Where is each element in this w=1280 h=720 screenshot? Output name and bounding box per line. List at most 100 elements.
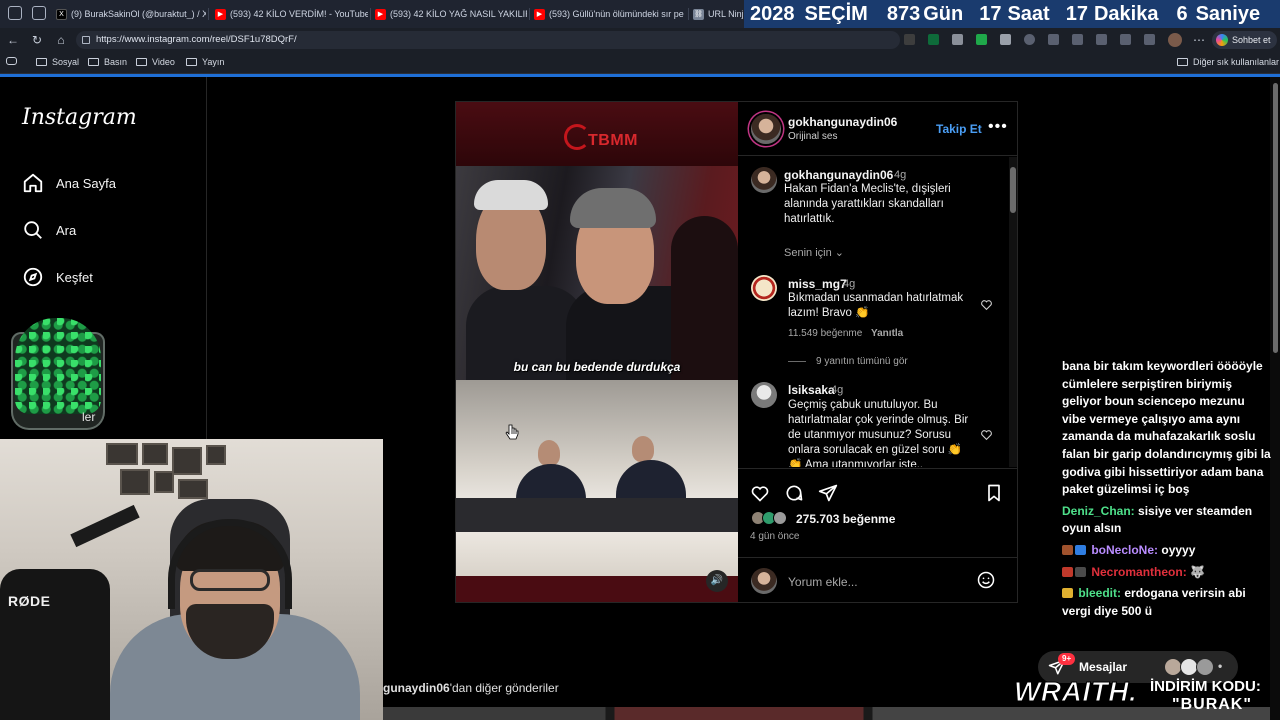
reply-button[interactable]: Yanıtla bbox=[871, 328, 903, 339]
user-avatar[interactable] bbox=[1168, 33, 1182, 47]
reel-video[interactable]: TBMM bu can bu bedende durdukça 🔊 bbox=[456, 102, 738, 602]
compass-icon bbox=[23, 267, 43, 287]
comment-username[interactable]: miss_mg7 bbox=[788, 277, 847, 291]
nav-item-search[interactable]: Ara bbox=[22, 219, 76, 241]
copilot-icon bbox=[1216, 34, 1228, 46]
streamer-webcam: RØDE bbox=[0, 439, 383, 720]
url-input[interactable]: https://www.instagram.com/reel/DSF1u78DQ… bbox=[76, 31, 900, 49]
extension-icon[interactable] bbox=[1000, 34, 1011, 45]
more-menu-icon[interactable]: ⋯ bbox=[1192, 33, 1206, 47]
tab-youtube-3[interactable]: ▶ (593) Güllü'nün ölümündeki sır pe bbox=[534, 4, 686, 24]
extension-icon[interactable] bbox=[1024, 34, 1035, 45]
comment-input[interactable]: Yorum ekle... bbox=[788, 575, 858, 589]
extension-icon[interactable] bbox=[952, 34, 963, 45]
comment-likes[interactable]: 11.549 beğenme bbox=[788, 328, 862, 339]
chat-message: bana bir takım keywordleri ööööyle cümle… bbox=[1062, 359, 1271, 497]
bookmark-sosyal[interactable]: Sosyal bbox=[36, 57, 79, 67]
more-icon: • bbox=[1218, 659, 1223, 673]
tab-url-ninja[interactable]: ⛓ URL Ninja bbox=[693, 4, 743, 24]
tab-youtube-2[interactable]: ▶ (593) 42 KİLO YAĞ NASIL YAKILIR bbox=[375, 4, 527, 24]
tab-x[interactable]: X (9) BurakSakinOl (@buraktut_) / X bbox=[56, 4, 206, 24]
audio-label[interactable]: Orijinal ses bbox=[788, 131, 837, 142]
reading-view-icon[interactable] bbox=[6, 57, 22, 65]
instagram-logo[interactable]: Instagram bbox=[22, 105, 137, 130]
tab-youtube-1[interactable]: ▶ (593) 42 KİLO VERDİM! - YouTube bbox=[215, 4, 368, 24]
video-brand: TBMM bbox=[588, 132, 638, 149]
likes-count[interactable]: 275.703 beğenme bbox=[796, 512, 895, 526]
like-icon[interactable] bbox=[750, 483, 770, 503]
chat-badge-icon bbox=[1075, 566, 1086, 577]
emoji-icon[interactable] bbox=[976, 570, 996, 590]
share-icon[interactable] bbox=[818, 483, 838, 503]
tbmm-logo-icon bbox=[564, 124, 590, 150]
other-bookmarks[interactable]: Diğer sık kullanılanlar bbox=[1177, 57, 1279, 67]
comment-age: 4g bbox=[843, 278, 856, 290]
x-icon: X bbox=[56, 8, 67, 20]
more-options-icon[interactable]: ••• bbox=[988, 118, 1008, 136]
extension-icon[interactable] bbox=[904, 34, 915, 45]
countdown-hours: 17 bbox=[979, 2, 1002, 25]
comment-age: 4g bbox=[831, 384, 844, 396]
comment-text: Bıkmadan usanmadan hatırlatmak lazım! Br… bbox=[788, 292, 964, 319]
chat-message: boNecloNe: oyyyy bbox=[1062, 542, 1272, 560]
copilot-button[interactable]: Sohbet et bbox=[1212, 31, 1277, 49]
comment-icon[interactable] bbox=[784, 483, 804, 503]
folder-icon bbox=[186, 58, 197, 66]
link-icon: ⛓ bbox=[693, 8, 704, 20]
heart-icon[interactable] bbox=[980, 298, 993, 311]
countdown-minutes: 17 bbox=[1065, 2, 1088, 25]
youtube-icon: ▶ bbox=[375, 8, 386, 20]
video-frame-bottom bbox=[456, 380, 738, 576]
nav-item-explore[interactable]: Keşfet bbox=[22, 266, 93, 288]
microphone bbox=[0, 569, 110, 720]
downloads-icon[interactable] bbox=[1144, 34, 1155, 45]
caption-avatar[interactable] bbox=[751, 167, 777, 193]
heart-icon[interactable] bbox=[980, 428, 993, 441]
chat-badge-icon bbox=[1075, 544, 1086, 555]
bookmark-yayin[interactable]: Yayın bbox=[186, 57, 224, 67]
youtube-icon: ▶ bbox=[534, 8, 545, 20]
profile-icon[interactable] bbox=[8, 6, 22, 20]
author-avatar[interactable] bbox=[751, 114, 781, 144]
message-avatar bbox=[1196, 658, 1214, 676]
bookmarks-bar: Sosyal Basın Video Yayın Diğer sık kulla… bbox=[0, 52, 1280, 74]
extension-icon[interactable] bbox=[928, 34, 939, 45]
save-icon[interactable] bbox=[984, 483, 1004, 503]
my-avatar bbox=[751, 568, 777, 594]
commenter-avatar[interactable] bbox=[751, 382, 777, 408]
chevron-down-icon: ⌄ bbox=[834, 247, 844, 259]
view-replies-link[interactable]: 9 yanıtın tümünü gör bbox=[816, 356, 908, 367]
chat-message: Deniz_Chan: sisiye ver steamden oyun als… bbox=[1062, 503, 1253, 536]
split-screen-icon[interactable] bbox=[1048, 34, 1059, 45]
collections-icon[interactable] bbox=[1120, 34, 1131, 45]
chat-badge-icon bbox=[1062, 544, 1073, 555]
home-icon[interactable]: ⌂ bbox=[54, 33, 68, 47]
reload-icon[interactable]: ↻ bbox=[30, 33, 44, 47]
tab-actions-icon[interactable] bbox=[32, 6, 46, 20]
nav-item-home[interactable]: Ana Sayfa bbox=[22, 172, 116, 194]
countdown-days: 873 bbox=[886, 2, 921, 25]
post-time: 4 gün önce bbox=[750, 531, 800, 542]
discount-code: "BURAK" bbox=[1172, 696, 1252, 713]
bookmark-video[interactable]: Video bbox=[136, 57, 175, 67]
countdown-label: SEÇİM bbox=[804, 2, 868, 25]
discount-label: İNDİRİM KODU: bbox=[1150, 678, 1261, 695]
comment-username[interactable]: lsiksaka bbox=[788, 383, 835, 397]
caption-username[interactable]: gokhangunaydin06 bbox=[784, 168, 893, 182]
for-you-dropdown[interactable]: Senin için ⌄ bbox=[784, 246, 844, 259]
commenter-avatar[interactable] bbox=[751, 275, 777, 301]
mute-icon[interactable]: 🔊 bbox=[706, 570, 728, 592]
favorites-icon[interactable] bbox=[1096, 34, 1107, 45]
chat-badge-icon bbox=[1062, 588, 1073, 599]
stream-chat: bana bir takım keywordleri ööööyle cümle… bbox=[1062, 358, 1272, 620]
more-posts-heading[interactable]: gunaydin06'dan diğer gönderiler bbox=[383, 681, 559, 695]
partial-nav-label: ler bbox=[82, 410, 96, 424]
election-countdown: 2028 SEÇİM 873 Gün 17 Saat 17 Dakika 6 S… bbox=[744, 0, 1280, 28]
settings-icon[interactable] bbox=[1072, 34, 1083, 45]
follow-button[interactable]: Takip Et bbox=[936, 122, 982, 136]
author-username[interactable]: gokhangunaydin06 bbox=[788, 115, 897, 129]
extension-icon[interactable] bbox=[976, 34, 987, 45]
comments-scrollbar[interactable] bbox=[1009, 157, 1017, 467]
back-icon[interactable]: ← bbox=[6, 33, 20, 47]
bookmark-basin[interactable]: Basın bbox=[88, 57, 127, 67]
